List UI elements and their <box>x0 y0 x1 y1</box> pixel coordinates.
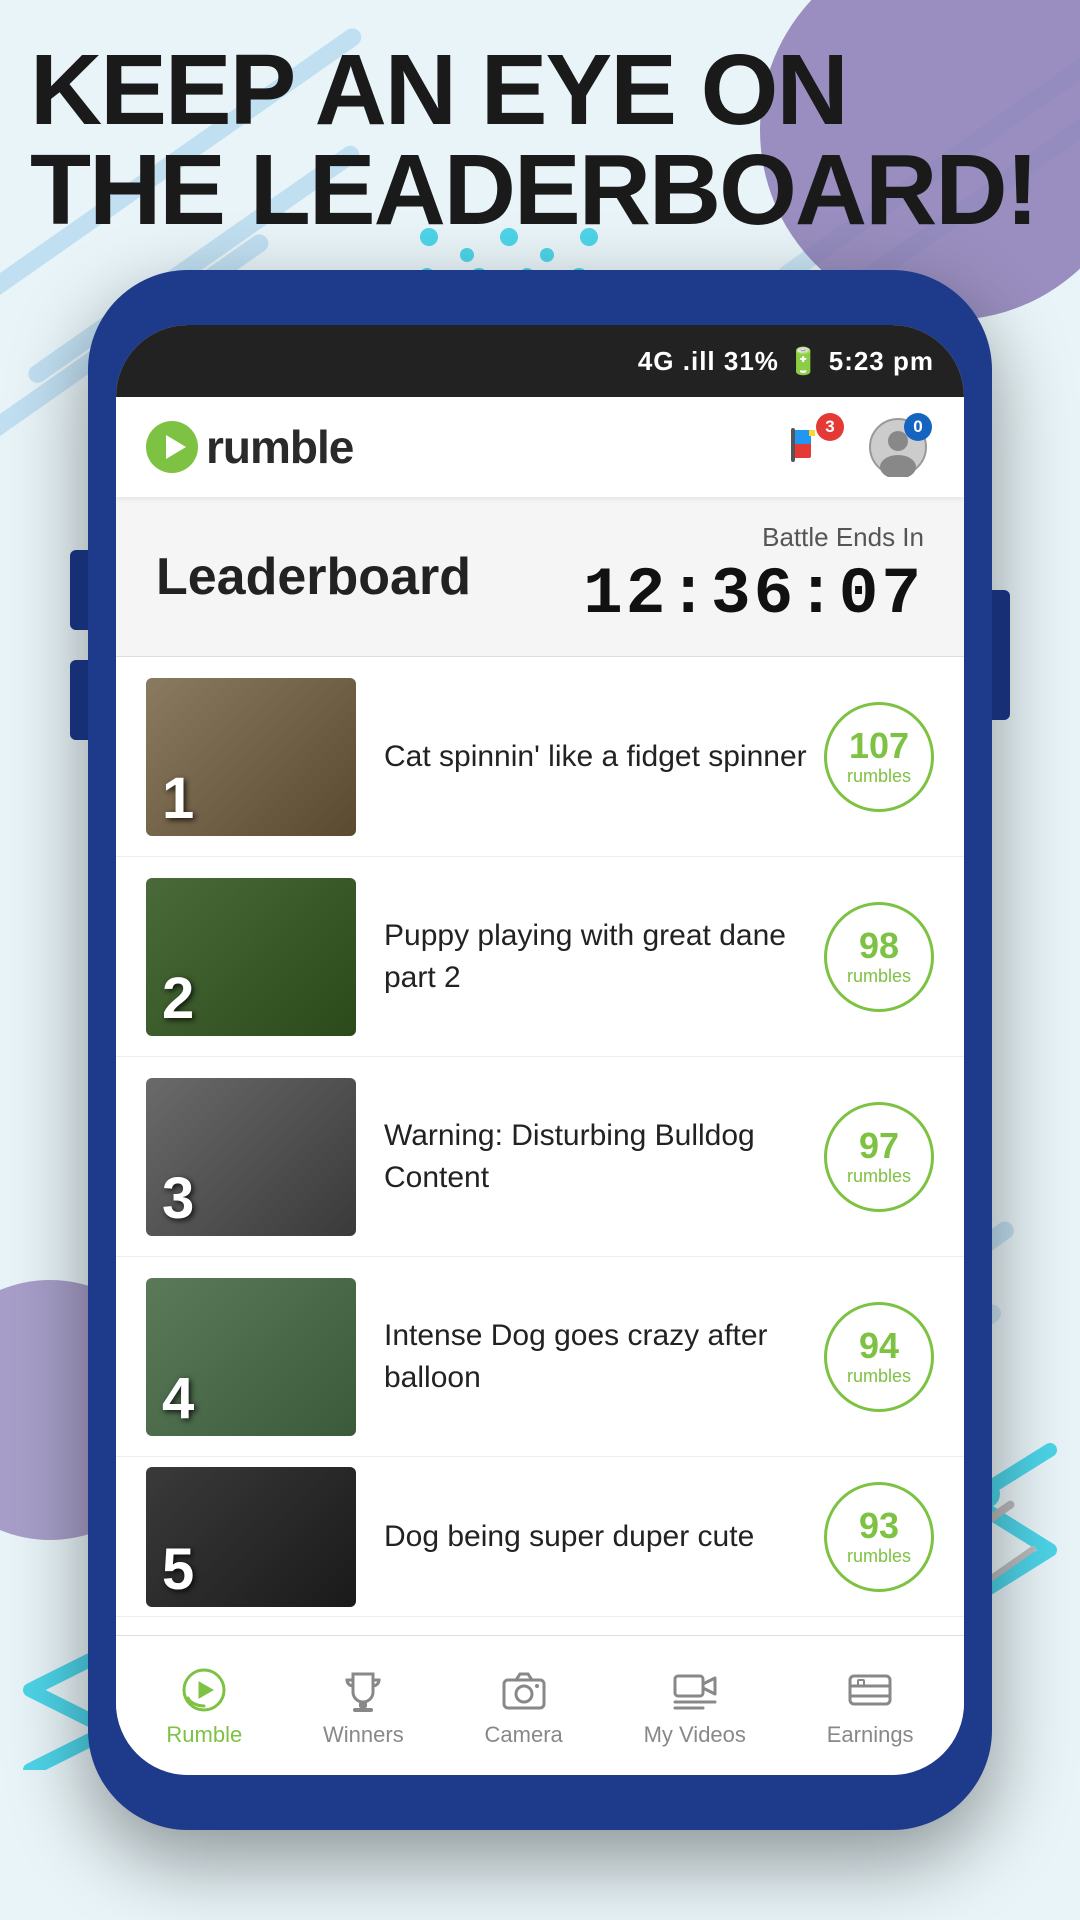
video-thumbnail-2: 2 <box>146 878 356 1036</box>
headline: KEEP AN EYE ON THE LEADERBOARD! <box>30 40 1037 240</box>
status-bar: 4G .ill 31% 🔋 5:23 pm <box>116 325 964 397</box>
video-title-1: Cat spinnin' like a fidget spinner <box>384 736 824 778</box>
video-title-2: Puppy playing with great dane part 2 <box>384 915 824 999</box>
my-videos-nav-icon <box>669 1664 721 1716</box>
video-thumbnail-3: 3 <box>146 1078 356 1236</box>
rumble-count-5: 93 rumbles <box>824 1482 934 1592</box>
rumble-count-3: 97 rumbles <box>824 1102 934 1212</box>
video-item-3[interactable]: 3 Warning: Disturbing Bulldog Content 97… <box>116 1057 964 1257</box>
video-title-3: Warning: Disturbing Bulldog Content <box>384 1115 824 1199</box>
nav-label-camera: Camera <box>485 1722 563 1748</box>
rumble-nav-icon <box>178 1664 230 1716</box>
rumble-number-4: 94 <box>859 1326 899 1366</box>
rank-1: 1 <box>162 770 194 828</box>
battle-ends-label: Battle Ends In <box>583 522 924 553</box>
video-item-1[interactable]: 1 Cat spinnin' like a fidget spinner 107… <box>116 657 964 857</box>
rumble-label-5: rumbles <box>847 1546 911 1567</box>
notification-badge: 3 <box>816 413 844 441</box>
nav-item-camera[interactable]: Camera <box>465 1654 583 1758</box>
battle-timer-section: Battle Ends In 12:36:07 <box>583 522 924 632</box>
video-thumbnail-4: 4 <box>146 1278 356 1436</box>
nav-label-my-videos: My Videos <box>644 1722 746 1748</box>
rank-2: 2 <box>162 970 194 1028</box>
video-item-2[interactable]: 2 Puppy playing with great dane part 2 9… <box>116 857 964 1057</box>
video-thumbnail-5: 5 <box>146 1467 356 1607</box>
rumble-count-2: 98 rumbles <box>824 902 934 1012</box>
rumble-count-4: 94 rumbles <box>824 1302 934 1412</box>
rumble-label-2: rumbles <box>847 966 911 987</box>
earnings-nav-icon <box>844 1664 896 1716</box>
rumble-number-5: 93 <box>859 1506 899 1546</box>
rumble-label-4: rumbles <box>847 1366 911 1387</box>
rumble-number-1: 107 <box>849 726 909 766</box>
rumble-logo-icon <box>146 421 198 473</box>
nav-label-winners: Winners <box>323 1722 404 1748</box>
profile-button[interactable]: 0 <box>862 411 934 483</box>
rumble-count-1: 107 rumbles <box>824 702 934 812</box>
rank-3: 3 <box>162 1170 194 1228</box>
phone-mockup: 4G .ill 31% 🔋 5:23 pm rumble <box>88 270 992 1830</box>
rumble-label-3: rumbles <box>847 1166 911 1187</box>
status-bar-text: 4G .ill 31% 🔋 5:23 pm <box>638 346 934 377</box>
video-item-4[interactable]: 4 Intense Dog goes crazy after balloon 9… <box>116 1257 964 1457</box>
rumble-number-2: 98 <box>859 926 899 966</box>
app-header: rumble 3 <box>116 397 964 497</box>
video-list: 1 Cat spinnin' like a fidget spinner 107… <box>116 657 964 1677</box>
leaderboard-title: Leaderboard <box>156 547 471 607</box>
nav-item-winners[interactable]: Winners <box>303 1654 424 1758</box>
nav-item-rumble[interactable]: Rumble <box>146 1654 262 1758</box>
leaderboard-header: Leaderboard Battle Ends In 12:36:07 <box>116 497 964 657</box>
headline-line1: KEEP AN EYE ON <box>30 40 1037 140</box>
phone-body: 4G .ill 31% 🔋 5:23 pm rumble <box>88 270 992 1830</box>
camera-nav-icon <box>498 1664 550 1716</box>
rumble-logo: rumble <box>146 420 353 474</box>
profile-badge: 0 <box>904 413 932 441</box>
rumble-logo-text: rumble <box>206 420 353 474</box>
nav-label-earnings: Earnings <box>827 1722 914 1748</box>
bottom-nav: Rumble Winners <box>116 1635 964 1775</box>
nav-item-earnings[interactable]: Earnings <box>807 1654 934 1758</box>
rank-4: 4 <box>162 1370 194 1428</box>
battle-timer: 12:36:07 <box>583 557 924 632</box>
notification-button[interactable]: 3 <box>774 411 846 483</box>
video-title-4: Intense Dog goes crazy after balloon <box>384 1315 824 1399</box>
header-icons: 3 0 <box>774 411 934 483</box>
rumble-label-1: rumbles <box>847 766 911 787</box>
video-title-5: Dog being super duper cute <box>384 1516 824 1558</box>
rank-5: 5 <box>162 1541 194 1599</box>
video-thumbnail-1: 1 <box>146 678 356 836</box>
winners-nav-icon <box>337 1664 389 1716</box>
rumble-number-3: 97 <box>859 1126 899 1166</box>
video-item-5[interactable]: 5 Dog being super duper cute 93 rumbles <box>116 1457 964 1617</box>
nav-label-rumble: Rumble <box>166 1722 242 1748</box>
phone-screen: 4G .ill 31% 🔋 5:23 pm rumble <box>116 325 964 1775</box>
headline-line2: THE LEADERBOARD! <box>30 140 1037 240</box>
nav-item-my-videos[interactable]: My Videos <box>624 1654 766 1758</box>
